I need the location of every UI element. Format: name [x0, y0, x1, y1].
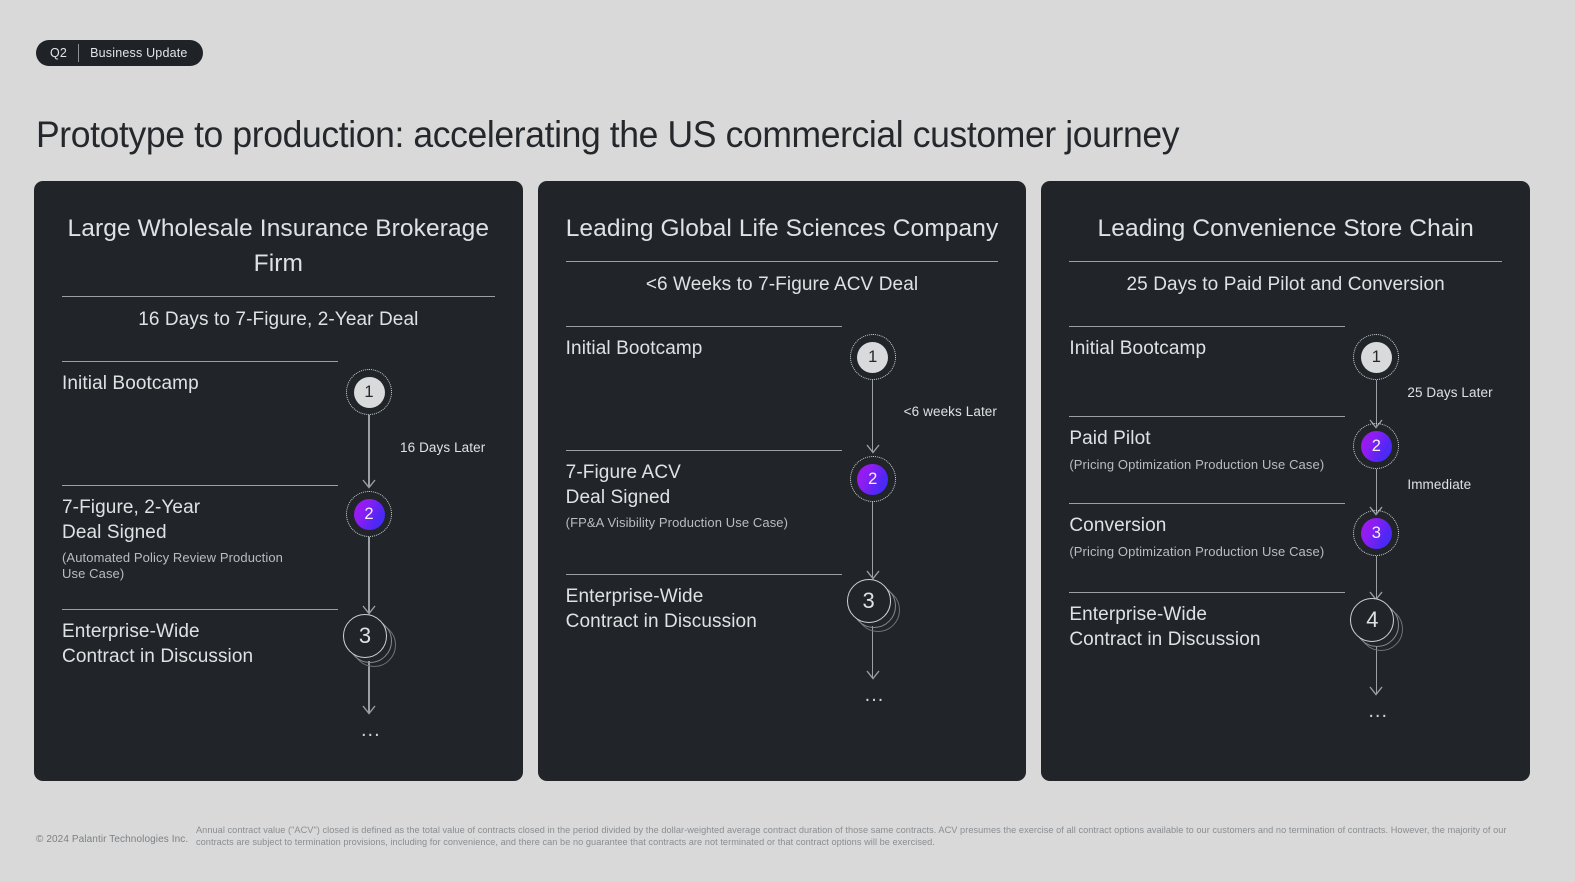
timeline-node-1: 1: [849, 334, 896, 380]
step-label: Initial Bootcamp: [565, 338, 703, 359]
card-title: Leading Convenience Store Chain: [1097, 215, 1474, 242]
page-title: Prototype to production: accelerating th…: [36, 114, 1180, 155]
node-number: 2: [857, 463, 889, 495]
timeline: Initial Bootcamp 7-Figure, 2-Year Deal S…: [62, 361, 495, 781]
step-text-block: Enterprise-Wide Contract in Discussion: [566, 585, 757, 634]
step-divider: [1069, 503, 1346, 504]
step-divider: [1069, 416, 1346, 417]
deck-badge: Q2 Business Update: [36, 40, 203, 66]
timeline-node-2: 2: [1353, 423, 1400, 469]
step-text-block: Enterprise-Wide Contract in Discussion: [1069, 603, 1260, 652]
step-label: Initial Bootcamp: [1069, 338, 1207, 359]
arrow-down-icon: [1369, 686, 1383, 696]
step-note: (FP&A Visibility Production Use Case): [565, 515, 789, 530]
timeline-node-stack-3: 3: [343, 614, 396, 667]
card-title: Leading Global Life Sciences Company: [565, 215, 999, 242]
step-divider: [1069, 326, 1346, 327]
step-text-block: Enterprise-Wide Contract in Discussion: [62, 620, 253, 669]
node-number: 1: [1360, 341, 1392, 373]
card-title: Large Wholesale Insurance Brokerage Firm: [67, 215, 490, 277]
timeline-connector: [368, 415, 370, 487]
arrow-down-icon: [362, 705, 376, 715]
step-text-block: Conversion (Pricing Optimization Product…: [1069, 514, 1324, 560]
timeline-node-1: 1: [1353, 334, 1400, 380]
step-text-block: 7-Figure ACV Deal Signed (FP&A Visibilit…: [566, 461, 788, 531]
node-number: 1: [353, 376, 385, 408]
card-subtitle: <6 Weeks to 7-Figure ACV Deal: [645, 274, 919, 295]
timeline: Initial Bootcamp 7-Figure ACV Deal Signe…: [565, 326, 999, 746]
timeline-connector: [871, 380, 874, 452]
case-study-card-1: Large Wholesale Insurance Brokerage Firm…: [34, 181, 523, 781]
step-note: (Pricing Optimization Production Use Cas…: [1069, 543, 1325, 559]
timeline-connector: [871, 502, 874, 578]
slide-root: Q2 Business Update Prototype to producti…: [0, 0, 1575, 882]
step-divider: [62, 609, 338, 610]
case-study-card-3: Leading Convenience Store Chain 25 Days …: [1041, 181, 1531, 781]
timeline-node-2: 2: [346, 491, 392, 537]
timeline-node-1: 1: [346, 369, 392, 415]
timeline-node-stack-4: 4: [1350, 598, 1404, 651]
node-number: 3: [846, 579, 891, 623]
node-number: 1: [857, 341, 889, 373]
card-subtitle: 16 Days to 7-Figure, 2-Year Deal: [138, 309, 419, 330]
timeline-ellipsis: ...: [361, 719, 381, 741]
gap-label: <6 weeks Later: [903, 404, 998, 419]
step-label: Enterprise-Wide Contract in Discussion: [565, 586, 757, 632]
step-divider: [565, 574, 842, 575]
step-label: Enterprise-Wide Contract in Discussion: [1069, 604, 1261, 650]
case-study-card-2: Leading Global Life Sciences Company <6 …: [537, 181, 1027, 781]
timeline-node-2: 2: [849, 456, 896, 502]
step-label: Paid Pilot: [1069, 428, 1151, 449]
timeline: Initial Bootcamp Paid Pilot (Pricing Opt…: [1069, 326, 1502, 746]
step-note: (Pricing Optimization Production Use Cas…: [1069, 456, 1325, 472]
case-study-cards: Large Wholesale Insurance Brokerage Firm…: [34, 181, 1531, 781]
arrow-down-icon: [362, 479, 376, 489]
gap-label: 25 Days Later: [1407, 385, 1493, 400]
badge-label: Business Update: [90, 46, 188, 60]
step-label: Conversion: [1069, 515, 1167, 536]
step-text-block: Initial Bootcamp: [62, 372, 199, 397]
timeline-node-stack-3: 3: [846, 579, 900, 632]
step-divider: [565, 326, 842, 327]
badge-quarter: Q2: [50, 46, 68, 60]
timeline-node-3: 3: [1353, 510, 1400, 556]
step-label: 7-Figure, 2-Year Deal Signed: [62, 497, 201, 543]
step-label: 7-Figure ACV Deal Signed: [565, 462, 681, 508]
step-divider: [62, 485, 338, 486]
step-text-block: 7-Figure, 2-Year Deal Signed (Automated …: [62, 496, 283, 582]
arrow-down-icon: [866, 444, 880, 454]
step-text-block: Paid Pilot (Pricing Optimization Product…: [1069, 427, 1324, 473]
gap-label: Immediate: [1407, 477, 1472, 492]
node-number: 2: [1360, 430, 1392, 462]
footer: © 2024 Palantir Technologies Inc. Annual…: [0, 820, 1575, 860]
step-text-block: Initial Bootcamp: [1069, 337, 1206, 362]
step-divider: [62, 361, 338, 362]
footnote-text: Annual contract value ("ACV") closed is …: [196, 825, 1507, 847]
step-divider: [565, 450, 842, 451]
node-number: 3: [1360, 517, 1392, 549]
node-number: 3: [343, 614, 387, 658]
gap-label: 16 Days Later: [400, 440, 486, 455]
node-number: 2: [353, 498, 385, 530]
step-note: (Automated Policy Review Production Use …: [62, 550, 283, 581]
card-subtitle: 25 Days to Paid Pilot and Conversion: [1126, 274, 1445, 295]
timeline-connector: [368, 537, 370, 613]
step-label: Initial Bootcamp: [62, 373, 199, 394]
arrow-down-icon: [866, 670, 880, 680]
timeline-ellipsis: ...: [864, 684, 885, 706]
step-label: Enterprise-Wide Contract in Discussion: [62, 621, 254, 667]
timeline-ellipsis: ...: [1368, 700, 1389, 722]
step-text-block: Initial Bootcamp: [566, 337, 703, 362]
step-divider: [1069, 592, 1346, 593]
copyright-text: © 2024 Palantir Technologies Inc.: [36, 834, 189, 845]
